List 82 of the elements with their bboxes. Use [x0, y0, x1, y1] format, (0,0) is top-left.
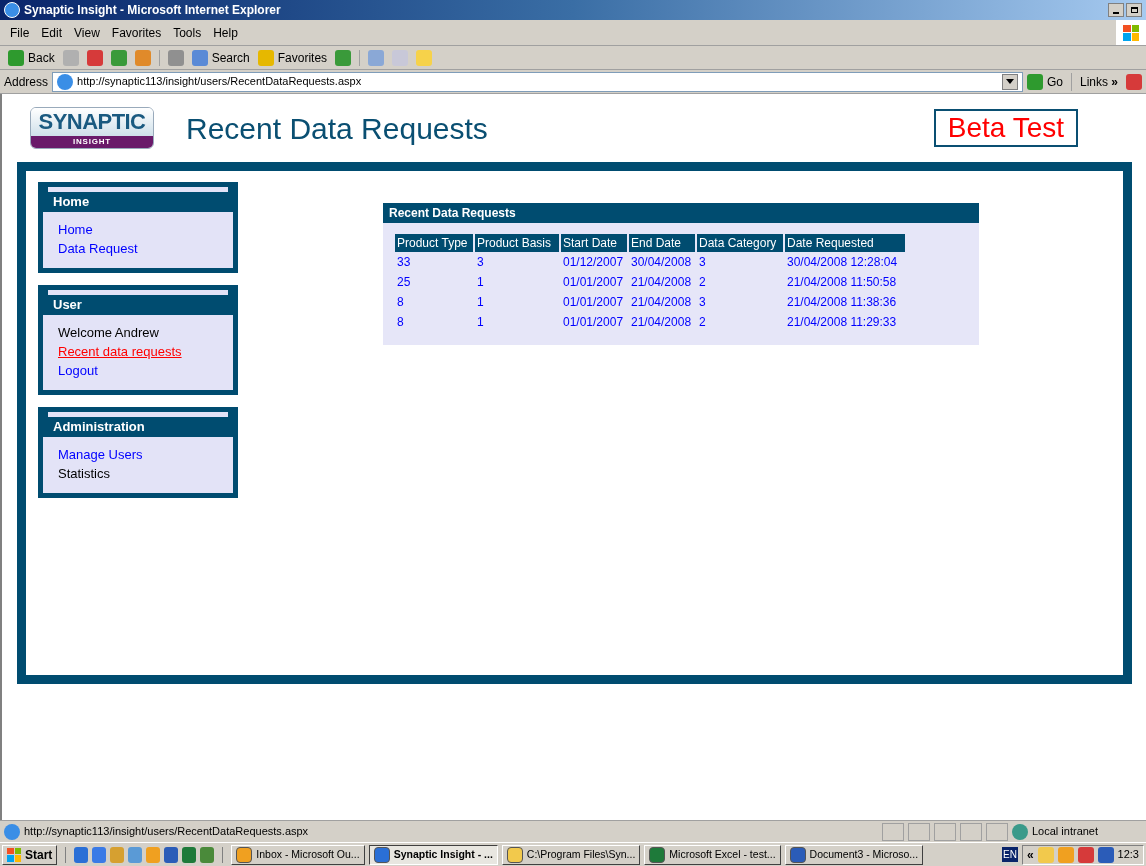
page-icon	[4, 823, 20, 840]
table-cell-text: 01/01/2007	[562, 294, 625, 311]
table-cell-text: 1	[476, 274, 485, 291]
page-title: Recent Data Requests	[186, 110, 488, 147]
sidebar-link[interactable]: Manage Users	[58, 445, 143, 464]
windows-logo-icon	[7, 847, 21, 862]
table-cell-text: 2	[698, 314, 707, 331]
links-button[interactable]: Links »	[1075, 72, 1122, 91]
table-cell-text: 33	[396, 254, 412, 271]
status-pane	[934, 822, 956, 841]
start-button[interactable]: Start	[2, 844, 58, 865]
zone-text: Local intranet	[1032, 824, 1100, 840]
table-cell-text: 01/01/2007	[562, 274, 625, 291]
back-button[interactable]: Back	[28, 48, 55, 67]
table-cell-text: 21/04/2008	[630, 314, 693, 331]
status-pane	[908, 822, 930, 841]
window-title: Synaptic Insight - Microsoft Internet Explorer	[24, 2, 281, 19]
table-cell-text: 8	[396, 294, 405, 311]
browser-icon	[4, 2, 20, 18]
table-cell-text: 3	[698, 294, 707, 311]
language-indicator[interactable]: EN	[1002, 847, 1018, 862]
menu-item[interactable]: Favorites	[105, 23, 168, 42]
column-header: Product Type	[395, 234, 473, 252]
search-button[interactable]: Search	[211, 48, 250, 67]
menu-item[interactable]: Edit	[35, 23, 69, 42]
table-cell-text: 1	[476, 294, 485, 311]
table-cell-text: 25	[396, 274, 412, 291]
column-header: Date Requested	[785, 234, 905, 252]
beta-badge: Beta Test	[933, 109, 1078, 147]
sidebar-link[interactable]: Data Request	[58, 239, 138, 258]
favorites-button[interactable]: Favorites	[277, 48, 328, 67]
table-cell-text: 3	[476, 254, 485, 271]
table-cell-text: 8	[396, 314, 405, 331]
menu-item[interactable]: File	[4, 23, 36, 42]
table-cell-text: 21/04/2008	[630, 274, 693, 291]
status-pane	[986, 822, 1008, 841]
taskbar-button[interactable]: Microsoft Excel - test...	[644, 844, 781, 865]
table-cell-text: 3	[698, 254, 707, 271]
go-button[interactable]: Go	[1046, 72, 1063, 91]
table-cell-text: 21/04/2008 11:38:36	[786, 294, 898, 311]
table-cell-text: 21/04/2008 11:29:33	[786, 314, 898, 331]
table-cell-text: 21/04/2008	[630, 294, 693, 311]
sidebar-link[interactable]: Home	[58, 220, 93, 239]
column-header: Product Basis	[475, 234, 559, 252]
panel-header: Administration	[43, 417, 233, 437]
tray-expand-button[interactable]: «	[1026, 845, 1034, 864]
synaptic-logo: SYNAPTIC INSIGHT	[30, 107, 154, 149]
taskbar-button[interactable]: Document3 - Microso...	[784, 844, 924, 865]
menu-item[interactable]: Tools	[167, 23, 208, 42]
address-label: Address	[4, 73, 49, 91]
status-pane	[960, 822, 982, 841]
windows-logo-icon	[1123, 24, 1139, 41]
panel-header: User	[43, 295, 233, 315]
address-field[interactable]: http://synaptic113/insight/users/RecentDataRequests.aspx	[52, 71, 1023, 92]
column-header: Data Category	[697, 234, 783, 252]
status-pane	[882, 822, 904, 841]
sidebar-link[interactable]: Logout	[58, 361, 98, 380]
network-icon	[1012, 823, 1028, 840]
column-header: End Date	[629, 234, 695, 252]
page-icon	[57, 73, 74, 90]
sidebar-text: Welcome Andrew	[58, 324, 159, 342]
minimize-icon[interactable]	[1108, 3, 1124, 17]
table-cell-text: 2	[698, 274, 707, 291]
taskbar-button[interactable]: Synaptic Insight - ...	[368, 844, 498, 865]
menu-item[interactable]: View	[68, 23, 106, 42]
menu-item[interactable]: Help	[207, 23, 244, 42]
table-cell-text: 21/04/2008 11:50:58	[786, 274, 898, 291]
table-cell-text: 1	[476, 314, 485, 331]
table-cell-text: 01/01/2007	[562, 314, 625, 331]
sidebar-text: Statistics	[58, 465, 110, 483]
restore-icon[interactable]	[1126, 3, 1142, 17]
taskbar-button[interactable]: C:\Program Files\Syn...	[501, 844, 641, 865]
table-cell-text: 01/12/2007	[562, 254, 625, 271]
table-cell-text: 30/04/2008	[630, 254, 693, 271]
status-text: http://synaptic113/insight/users/RecentDataRequests.aspx	[24, 824, 309, 840]
table-cell-text: 30/04/2008 12:28:04	[786, 254, 899, 271]
table-title: Recent Data Requests	[383, 203, 979, 223]
column-header: Start Date	[561, 234, 627, 252]
panel-header: Home	[43, 192, 233, 212]
taskbar-button[interactable]: Inbox - Microsoft Ou...	[231, 844, 365, 865]
clock-text: 12:3	[1117, 847, 1139, 863]
dropdown-icon[interactable]	[1001, 73, 1018, 90]
